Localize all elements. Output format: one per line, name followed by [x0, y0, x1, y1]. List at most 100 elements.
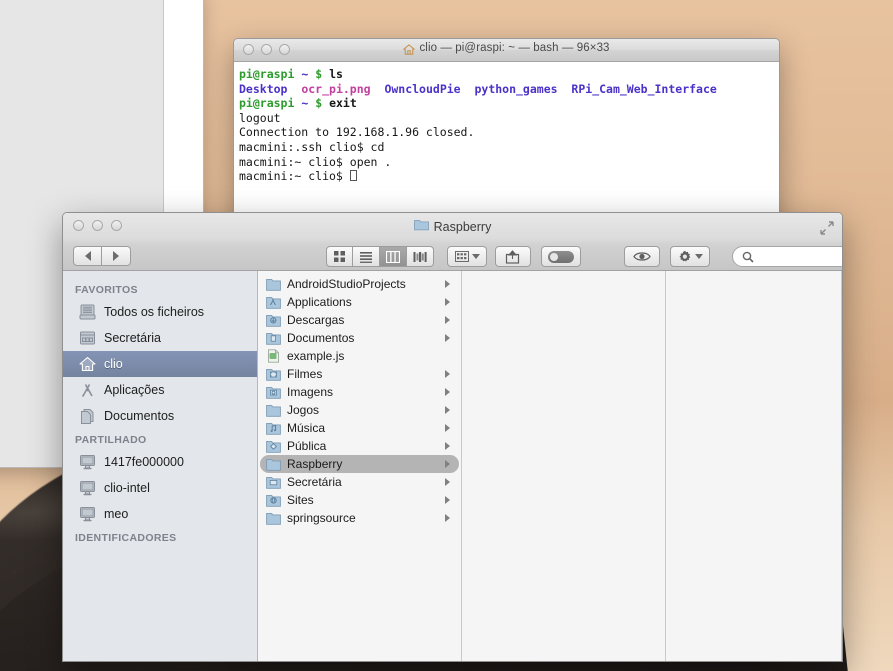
- sidebar-item-label: Documentos: [104, 409, 174, 423]
- terminal-title-bar-label: clio — pi@raspi: ~ — bash — 96×33: [234, 42, 779, 54]
- sidebar-section-header: IDENTIFICADORES: [63, 527, 257, 547]
- grid-icon: [333, 250, 346, 263]
- sidebar-section-header: PARTILHADO: [63, 429, 257, 449]
- tag-pill-icon: [548, 251, 574, 263]
- documents-folder-icon: [266, 331, 281, 345]
- chevron-right-icon: [445, 424, 455, 432]
- sites-folder-icon: [266, 493, 281, 507]
- finder-toolbar[interactable]: Raspberry: [63, 213, 842, 271]
- chevron-right-icon: [445, 334, 455, 342]
- chevron-right-icon: [445, 370, 455, 378]
- list-icon: [359, 251, 373, 263]
- file-name: Jogos: [287, 403, 439, 417]
- chevron-right-icon: [445, 478, 455, 486]
- file-row[interactable]: Pública: [260, 437, 459, 455]
- sidebar-item-clio-intel[interactable]: clio-intel: [63, 475, 257, 501]
- movies-folder-icon: [266, 367, 281, 381]
- desktop-icon: [79, 330, 96, 347]
- fullscreen-button[interactable]: [820, 221, 834, 235]
- terminal-text: ls: [322, 67, 343, 81]
- file-row[interactable]: Jogos: [260, 401, 459, 419]
- column-view-button[interactable]: [380, 246, 407, 267]
- file-row[interactable]: Música: [260, 419, 459, 437]
- terminal-titlebar[interactable]: clio — pi@raspi: ~ — bash — 96×33: [234, 39, 779, 62]
- terminal-text: macmini:.ssh clio$ cd: [239, 140, 384, 154]
- finder-column-2[interactable]: [462, 271, 666, 661]
- file-name: Raspberry: [287, 457, 439, 471]
- sidebar-item-meo[interactable]: meo: [63, 501, 257, 527]
- finder-column-1[interactable]: AndroidStudioProjects Applications Descarg…: [258, 271, 462, 661]
- back-button[interactable]: [73, 246, 102, 266]
- wallpaper-texture-speck: [54, 598, 57, 601]
- view-mode-selector[interactable]: [326, 246, 434, 267]
- arrange-by-button[interactable]: [447, 246, 487, 267]
- file-name: Sites: [287, 493, 439, 507]
- wallpaper-texture-speck: [22, 589, 24, 591]
- search-field[interactable]: [732, 246, 843, 267]
- terminal-line: macmini:.ssh clio$ cd: [239, 140, 779, 155]
- forward-button[interactable]: [102, 246, 131, 266]
- terminal-text: ocr_pi.png: [301, 82, 370, 96]
- documents-icon: [79, 408, 96, 425]
- wallpaper-texture-speck: [27, 646, 30, 649]
- all-files-icon: [79, 304, 96, 321]
- chevron-right-icon: [445, 298, 455, 306]
- sidebar-item-label: Secretária: [104, 331, 161, 345]
- file-row[interactable]: Filmes: [260, 365, 459, 383]
- search-input[interactable]: [759, 250, 843, 264]
- list-view-button[interactable]: [353, 246, 380, 267]
- chevron-right-icon: [445, 496, 455, 504]
- file-name: Secretária: [287, 475, 439, 489]
- file-row[interactable]: AndroidStudioProjects: [260, 275, 459, 293]
- file-row[interactable]: Applications: [260, 293, 459, 311]
- terminal-line: macmini:~ clio$: [239, 169, 779, 184]
- folder-icon: [414, 219, 429, 234]
- file-row[interactable]: Imagens: [260, 383, 459, 401]
- terminal-text: OwncloudPie: [384, 82, 460, 96]
- terminal-text: Connection to 192.168.1.96 closed.: [239, 125, 474, 139]
- file-name: Pública: [287, 439, 439, 453]
- computer-icon: [79, 454, 96, 471]
- folder-icon: [266, 277, 281, 291]
- folder-icon: [266, 403, 281, 417]
- desktop-folder-icon: [266, 475, 281, 489]
- file-row[interactable]: Descargas: [260, 311, 459, 329]
- tag-button[interactable]: [541, 246, 581, 267]
- icon-view-button[interactable]: [326, 246, 353, 267]
- terminal-line: pi@raspi ~ $ exit: [239, 96, 779, 111]
- sidebar-item-todos-os-ficheiros[interactable]: Todos os ficheiros: [63, 299, 257, 325]
- terminal-text: [558, 82, 572, 96]
- folder-icon: [266, 457, 281, 471]
- applications-icon: [79, 382, 96, 399]
- sidebar-item-aplica-es[interactable]: Aplicações: [63, 377, 257, 403]
- file-row[interactable]: example.js: [260, 347, 459, 365]
- file-name: example.js: [287, 349, 455, 363]
- coverflow-icon: [413, 251, 427, 263]
- finder-sidebar[interactable]: FAVORITOS Todos os ficheiros Secretária cli…: [63, 271, 258, 661]
- chevron-right-icon: [445, 406, 455, 414]
- sidebar-item-clio[interactable]: clio: [63, 351, 257, 377]
- file-row[interactable]: Raspberry: [260, 455, 459, 473]
- terminal-text: macmini:~ clio$ open .: [239, 155, 391, 169]
- terminal-cursor: [350, 170, 357, 181]
- file-row[interactable]: Secretária: [260, 473, 459, 491]
- sidebar-item-secret-ria[interactable]: Secretária: [63, 325, 257, 351]
- coverflow-view-button[interactable]: [407, 246, 434, 267]
- file-row[interactable]: springsource: [260, 509, 459, 527]
- navigation-buttons[interactable]: [73, 246, 131, 266]
- terminal-text: pi@raspi: [239, 67, 294, 81]
- finder-column-3[interactable]: [666, 271, 842, 661]
- file-row[interactable]: Sites: [260, 491, 459, 509]
- sidebar-item-documentos[interactable]: Documentos: [63, 403, 257, 429]
- finder-title: Raspberry: [63, 219, 842, 234]
- action-menu-button[interactable]: [670, 246, 710, 267]
- finder-window[interactable]: Raspberry FAVORITOS Todos os ficheiros S…: [62, 212, 843, 662]
- share-button[interactable]: [495, 246, 531, 267]
- quicklook-button[interactable]: [624, 246, 660, 267]
- terminal-line: pi@raspi ~ $ ls: [239, 67, 779, 82]
- file-row[interactable]: Documentos: [260, 329, 459, 347]
- computer-icon: [79, 480, 96, 497]
- sidebar-item-1417fe000000[interactable]: 1417fe000000: [63, 449, 257, 475]
- search-icon: [742, 251, 754, 263]
- sidebar-section-header: FAVORITOS: [63, 279, 257, 299]
